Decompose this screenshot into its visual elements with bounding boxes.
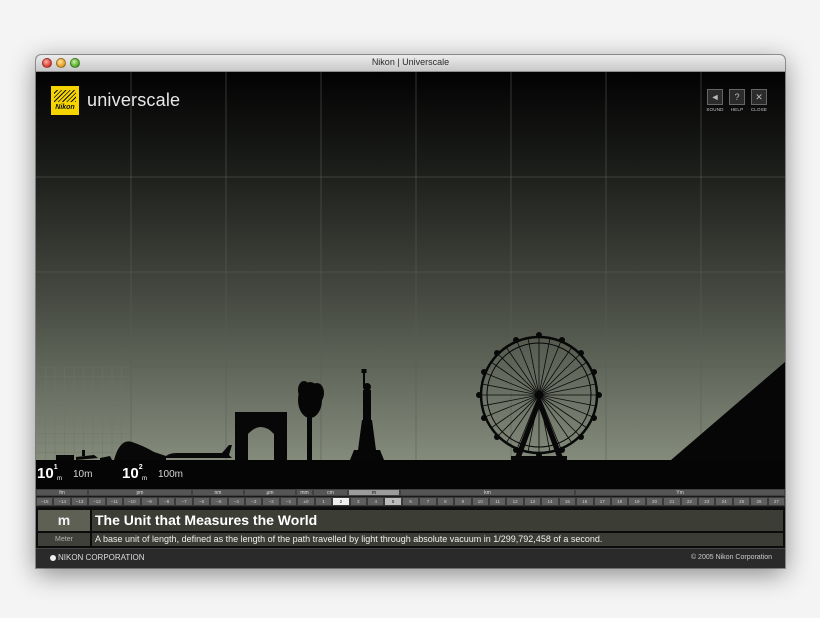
help-icon: ?: [729, 89, 745, 105]
unit-mm[interactable]: mm: [296, 489, 313, 496]
ground: [36, 460, 785, 489]
scale-tick[interactable]: −6: [192, 497, 211, 506]
scale-tick[interactable]: −13: [70, 497, 89, 506]
scale-tick[interactable]: −15: [36, 497, 54, 506]
scale-tick[interactable]: −1: [279, 497, 298, 506]
nikon-dot-icon: [50, 555, 56, 561]
scale-tick[interactable]: 17: [593, 497, 611, 506]
scale-tick[interactable]: 5: [384, 497, 402, 506]
unit-symbol: m: [38, 510, 90, 531]
scale-tick[interactable]: 13: [523, 497, 542, 506]
scale-tick[interactable]: 26: [750, 497, 768, 506]
scale-tick[interactable]: −4: [227, 497, 246, 506]
scale-tick[interactable]: 18: [610, 497, 629, 506]
nikon-logo: Nikon: [51, 86, 79, 115]
scale-scene[interactable]: Nikon universcale ◄ SOUND ? HELP ✕ CLOSE…: [36, 72, 785, 489]
scale-tick[interactable]: −9: [140, 497, 158, 506]
scale-tick[interactable]: 25: [732, 497, 751, 506]
scale-tick[interactable]: 27: [767, 497, 785, 506]
app-name: universcale: [87, 90, 181, 110]
unit-fm[interactable]: fm: [36, 489, 88, 496]
scale-tick[interactable]: 2: [332, 497, 350, 506]
scale-tick[interactable]: 22: [680, 497, 699, 506]
fine-grid: [36, 366, 131, 462]
title-bar: Nikon | Universcale: [36, 55, 785, 72]
scale-tick[interactable]: −11: [105, 497, 124, 506]
scale-tick[interactable]: 23: [698, 497, 716, 506]
footer-copyright: © 2005 Nikon Corporation: [690, 554, 772, 561]
info-description: A base unit of length, defined as the le…: [92, 533, 783, 546]
scale-tick[interactable]: 14: [541, 497, 559, 506]
scale-tick[interactable]: ±0: [297, 497, 315, 506]
scale-ruler[interactable]: fm pm nm μm mm cm m km Ym −15 −14 −13 −12 −1…: [36, 489, 785, 507]
info-heading: The Unit that Measures the World: [92, 510, 783, 531]
silhouette-airplane: [164, 445, 232, 458]
silhouette-pyramid: [671, 362, 785, 460]
scale-tick[interactable]: 3: [349, 497, 368, 506]
scale-tick[interactable]: 16: [576, 497, 594, 506]
speaker-icon: ◄: [707, 89, 723, 105]
scale-tick[interactable]: −5: [210, 497, 228, 506]
help-button[interactable]: ? HELP: [727, 89, 747, 112]
unit-ym[interactable]: Ym: [575, 489, 785, 496]
footer: NIKON CORPORATION © 2005 Nikon Corporati…: [36, 548, 785, 568]
sound-button[interactable]: ◄ SOUND: [705, 89, 725, 112]
scale-tick[interactable]: 7: [419, 497, 437, 506]
scale-tick[interactable]: −7: [175, 497, 193, 506]
close-button[interactable]: ✕ CLOSE: [749, 89, 769, 112]
scale-tick[interactable]: 1: [314, 497, 333, 506]
scale-tick[interactable]: 21: [663, 497, 681, 506]
scale-tick[interactable]: 24: [715, 497, 733, 506]
unit-m[interactable]: m: [348, 489, 400, 496]
scale-tick[interactable]: 6: [401, 497, 420, 506]
scale-label-10m: 101 m 10m: [37, 464, 93, 482]
silhouette-arc-de-triomphe: [235, 412, 287, 460]
unit-row: fm pm nm μm mm cm m km Ym: [36, 489, 785, 496]
silhouette-statue-of-liberty: [350, 369, 384, 460]
unit-pm[interactable]: pm: [88, 489, 192, 496]
scale-label-100m: 102 m 100m: [122, 464, 184, 482]
scale-tick[interactable]: 20: [645, 497, 664, 506]
app-window: Nikon | Universcale Nikon universcale ◄ …: [36, 55, 785, 568]
scale-tick[interactable]: 9: [454, 497, 472, 506]
silhouette-ferris-wheel: [476, 332, 602, 460]
info-panel: m The Unit that Measures the World Meter…: [36, 508, 785, 548]
scale-tick[interactable]: −10: [123, 497, 141, 506]
scale-tick[interactable]: −12: [88, 497, 106, 506]
unit-name: Meter: [38, 533, 90, 546]
scale-tick[interactable]: −8: [157, 497, 176, 506]
close-icon: ✕: [751, 89, 767, 105]
unit-cm[interactable]: cm: [313, 489, 348, 496]
scale-tick[interactable]: −2: [262, 497, 280, 506]
scale-tick[interactable]: 19: [628, 497, 646, 506]
scene-grid: [36, 72, 785, 489]
scale-tick[interactable]: 11: [488, 497, 507, 506]
scale-tick[interactable]: −14: [53, 497, 71, 506]
scale-tick[interactable]: −3: [245, 497, 263, 506]
scale-tick[interactable]: 15: [558, 497, 577, 506]
window-title: Nikon | Universcale: [371, 57, 450, 67]
silhouette-whale: [114, 441, 166, 460]
scale-tick[interactable]: 8: [436, 497, 455, 506]
scale-tick[interactable]: 12: [506, 497, 524, 506]
scale-tick[interactable]: 10: [471, 497, 489, 506]
unit-km[interactable]: km: [400, 489, 575, 496]
unit-nm[interactable]: nm: [192, 489, 244, 496]
silhouette-tree: [298, 381, 324, 460]
unit-um[interactable]: μm: [244, 489, 296, 496]
footer-nikon-link[interactable]: NIKON CORPORATION: [50, 553, 145, 562]
tick-row: −15 −14 −13 −12 −11 −10 −9 −8 −7 −6 −5 −4 −3 −2 −1 ±0 1 2…: [36, 497, 785, 506]
scale-tick[interactable]: 4: [367, 497, 385, 506]
